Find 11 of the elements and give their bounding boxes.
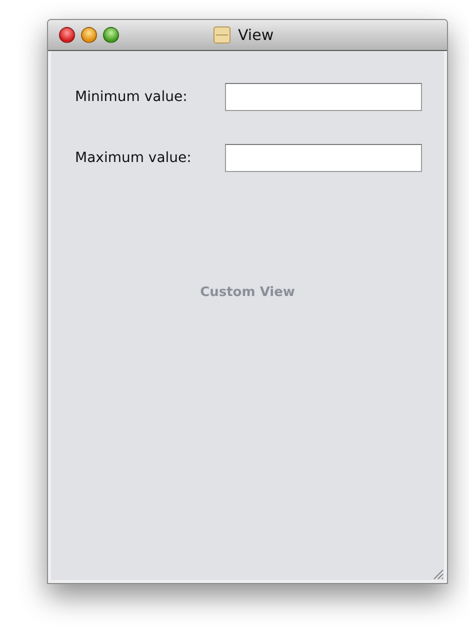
custom-view-label: Custom View xyxy=(200,285,295,300)
minimize-button[interactable] xyxy=(81,27,97,43)
document-icon xyxy=(213,26,231,44)
close-button[interactable] xyxy=(59,27,75,43)
input-field[interactable] xyxy=(225,144,422,172)
resize-grip-icon[interactable] xyxy=(432,568,444,580)
input-field[interactable] xyxy=(225,83,422,111)
field-label: Minimum value: xyxy=(75,89,188,105)
field-label: Maximum value: xyxy=(75,150,192,166)
window-title: View xyxy=(238,26,274,44)
zoom-button[interactable] xyxy=(103,27,119,43)
